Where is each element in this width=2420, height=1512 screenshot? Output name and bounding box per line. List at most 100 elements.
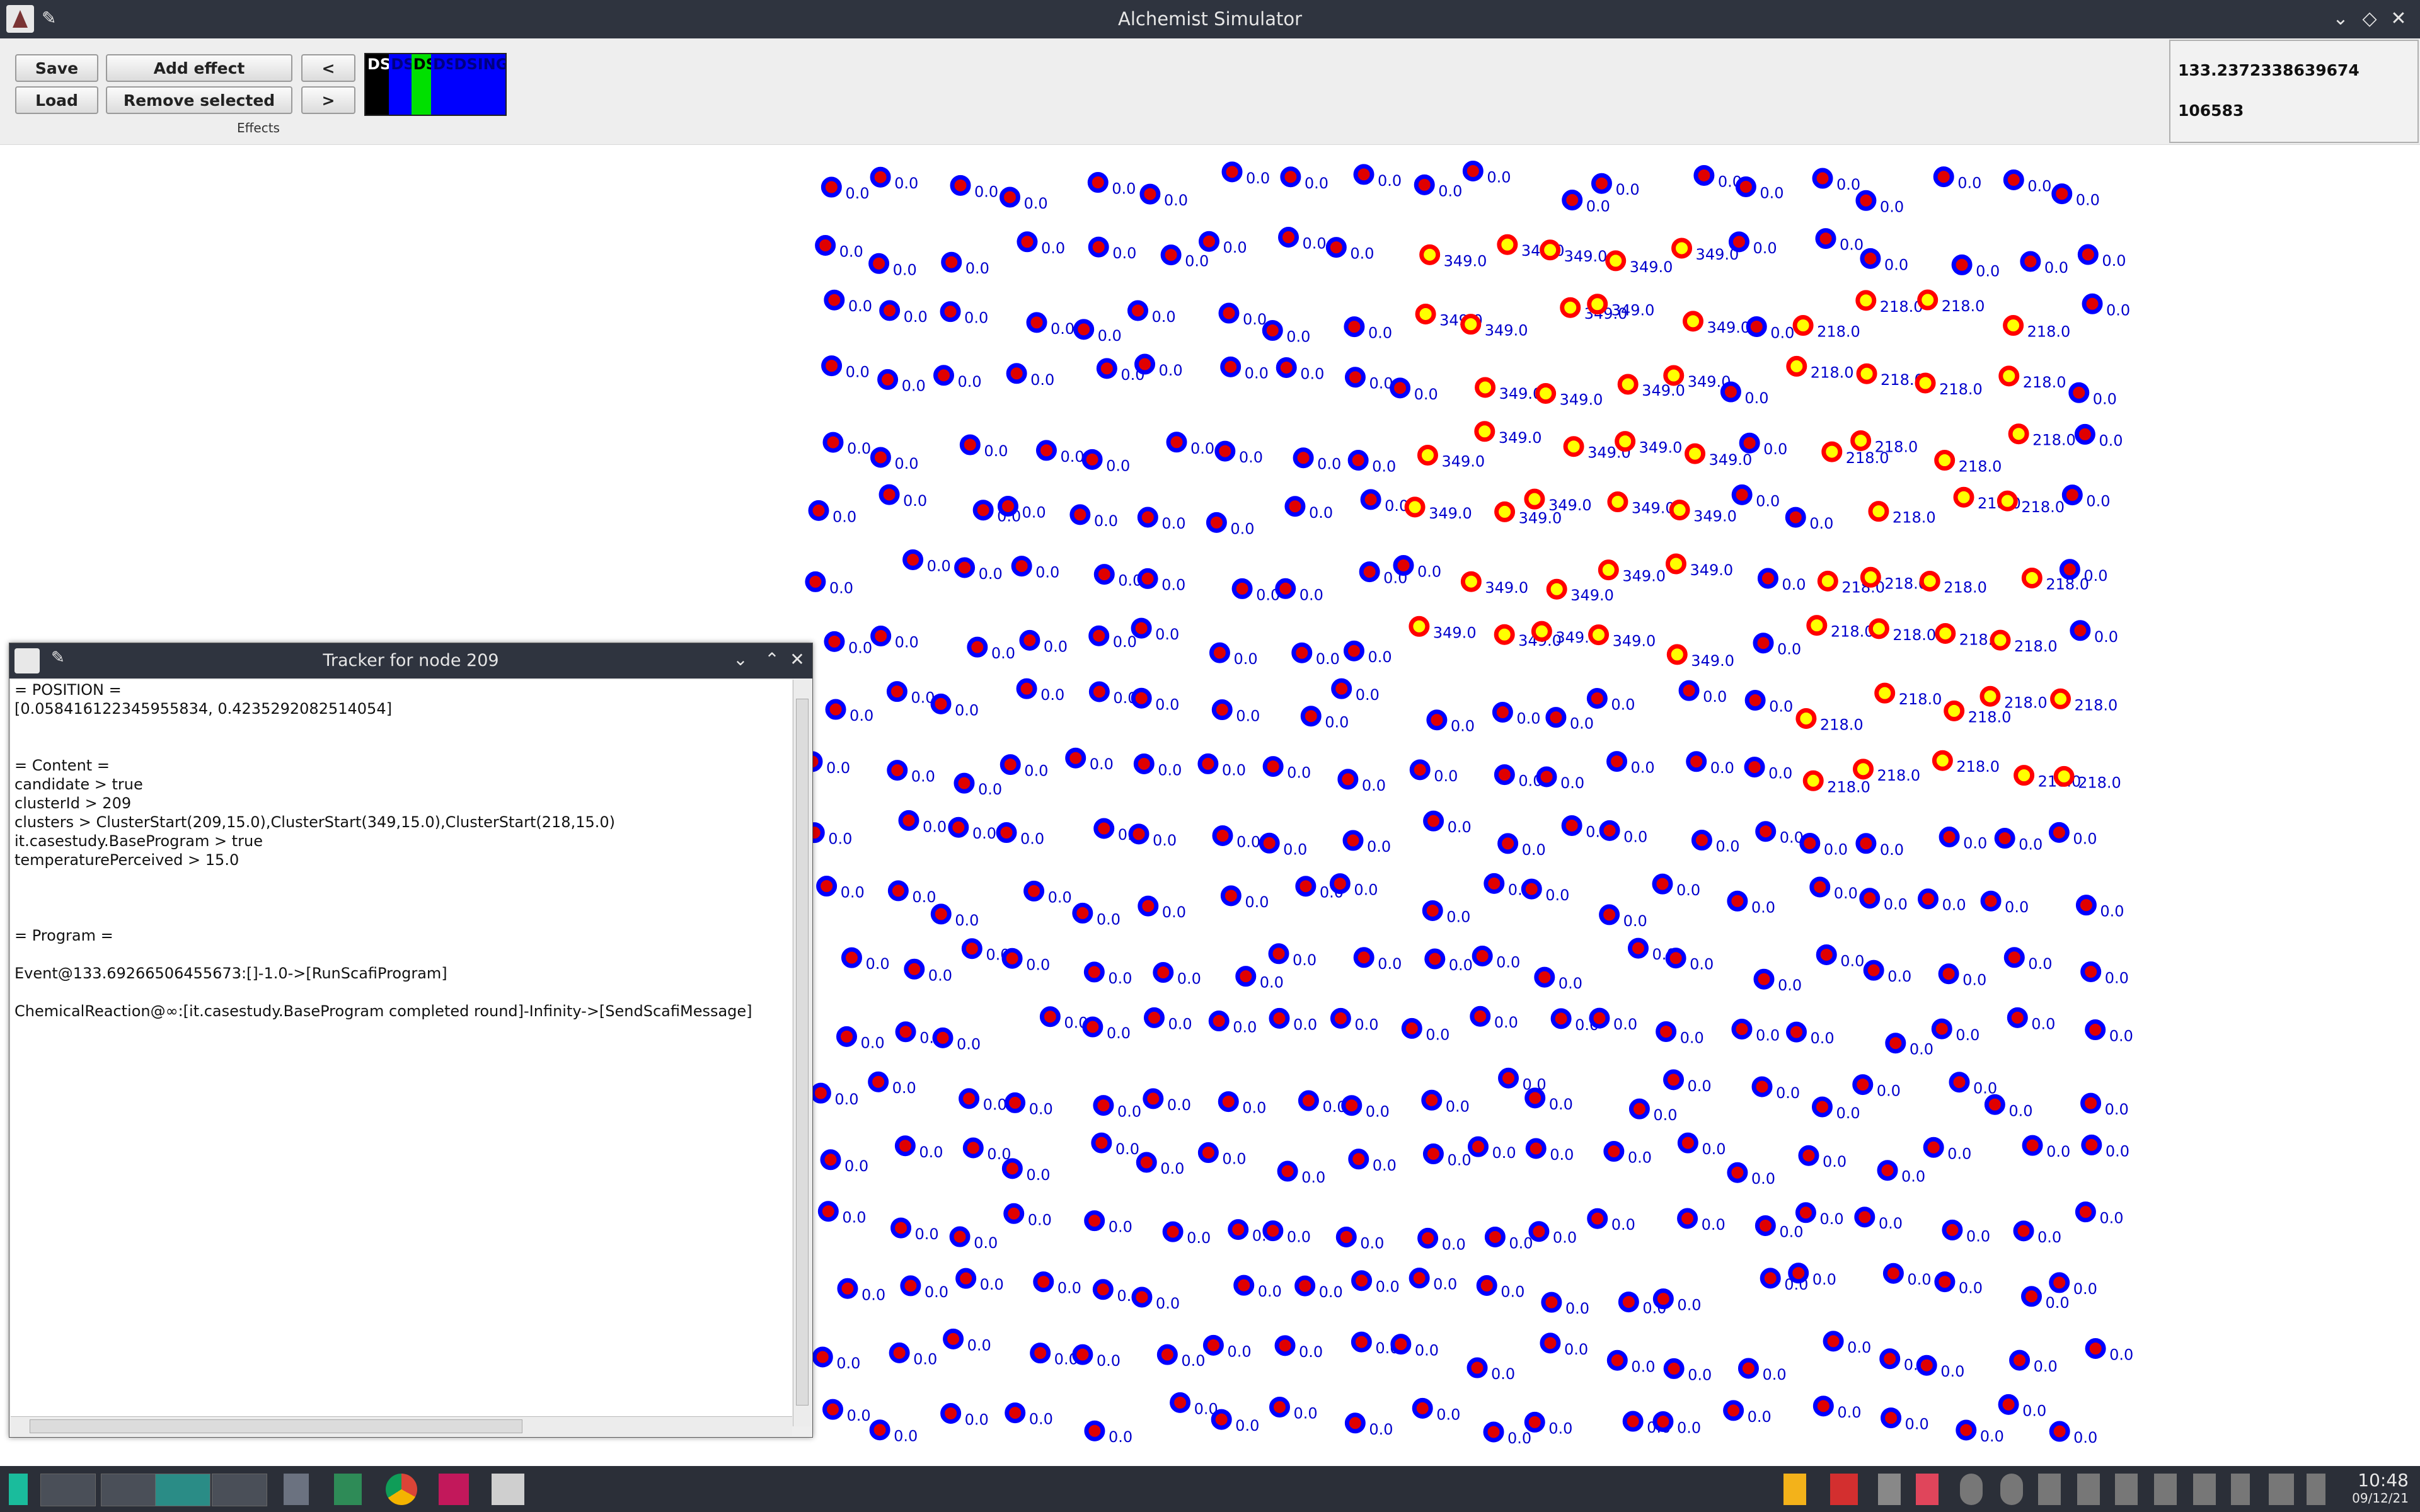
node-marker[interactable] <box>1874 682 1896 704</box>
node[interactable]: 0.0 <box>1137 568 1185 593</box>
node-marker[interactable] <box>1422 1143 1444 1165</box>
node-marker[interactable] <box>1821 441 1843 462</box>
node-marker[interactable] <box>1860 248 1881 269</box>
scrollbar-thumb[interactable] <box>796 699 809 1406</box>
node-marker[interactable] <box>1351 1270 1373 1292</box>
node[interactable]: 349.0 <box>1404 496 1472 522</box>
node-marker[interactable] <box>1850 430 1872 451</box>
node[interactable]: 0.0 <box>1202 1334 1252 1360</box>
node-marker[interactable] <box>1497 833 1519 854</box>
node[interactable]: 349.0 <box>1666 644 1734 670</box>
node-marker[interactable] <box>1671 238 1693 259</box>
node[interactable]: 0.0 <box>1087 172 1136 198</box>
node-marker[interactable] <box>1754 1215 1776 1236</box>
node[interactable]: 0.0 <box>2051 183 2100 209</box>
node-marker[interactable] <box>2048 822 2070 843</box>
node-marker[interactable] <box>2051 183 2073 205</box>
node-marker[interactable] <box>1994 828 2015 849</box>
node-marker[interactable] <box>1494 501 1516 522</box>
node-marker[interactable] <box>1341 1095 1363 1116</box>
node-marker[interactable] <box>2077 244 2099 265</box>
node-marker[interactable] <box>1997 490 2018 512</box>
node[interactable]: 0.0 <box>1854 1206 1903 1232</box>
node-marker[interactable] <box>1731 1019 1753 1040</box>
node-marker[interactable] <box>821 176 842 198</box>
node-marker[interactable] <box>1685 443 1706 464</box>
node-marker[interactable] <box>1786 355 1807 377</box>
node[interactable]: 0.0 <box>1197 1142 1247 1168</box>
node[interactable]: 0.0 <box>1881 1407 1929 1433</box>
node-marker[interactable] <box>2021 1286 2043 1307</box>
node-marker[interactable] <box>1344 316 1365 338</box>
node[interactable]: 0.0 <box>1956 1419 2004 1445</box>
node-marker[interactable] <box>1942 1219 1963 1240</box>
node[interactable]: 0.0 <box>1344 1412 1393 1438</box>
node[interactable]: 0.0 <box>815 235 863 261</box>
node-marker[interactable] <box>1133 753 1155 774</box>
node[interactable]: 0.0 <box>1139 183 1188 209</box>
node[interactable]: 0.0 <box>1170 1392 1218 1418</box>
node-marker[interactable] <box>1005 1092 1026 1113</box>
node[interactable]: 0.0 <box>1980 890 2029 916</box>
node-marker[interactable] <box>887 880 909 902</box>
effect-chip[interactable]: DS <box>431 54 456 115</box>
node[interactable]: 0.0 <box>1855 833 1904 859</box>
node[interactable]: 0.0 <box>816 876 865 902</box>
node-marker[interactable] <box>1330 1007 1351 1029</box>
node[interactable]: 0.0 <box>1084 1420 1132 1446</box>
node-marker[interactable] <box>816 876 838 897</box>
node-marker[interactable] <box>1298 1090 1319 1111</box>
maximize-icon[interactable]: ⌃ <box>759 647 785 672</box>
previous-effect-button[interactable]: < <box>301 54 355 82</box>
node-marker[interactable] <box>1353 947 1374 968</box>
node[interactable]: 0.0 <box>2020 251 2068 277</box>
node-marker[interactable] <box>1524 1087 1546 1109</box>
node-marker[interactable] <box>1720 381 1741 403</box>
node[interactable]: 0.0 <box>2074 423 2123 449</box>
node-marker[interactable] <box>1278 227 1299 248</box>
node-marker[interactable] <box>2003 169 2024 191</box>
node-marker[interactable] <box>1233 1274 1255 1296</box>
node-marker[interactable] <box>1019 629 1040 651</box>
node-marker[interactable] <box>1415 303 1436 324</box>
node-marker[interactable] <box>2070 620 2091 641</box>
clipboard-tray-icon[interactable] <box>2115 1474 2138 1505</box>
tracker-text-area[interactable]: = POSITION = [0.058416122345955834, 0.423… <box>11 680 792 1423</box>
node-marker[interactable] <box>1017 231 1038 253</box>
node-marker[interactable] <box>824 631 845 652</box>
node[interactable]: 0.0 <box>1414 174 1462 200</box>
node-marker[interactable] <box>1137 507 1158 528</box>
node[interactable]: 0.0 <box>1816 944 1864 970</box>
node[interactable]: 0.0 <box>1421 1089 1470 1115</box>
node-marker[interactable] <box>1588 624 1610 646</box>
node-marker[interactable] <box>886 681 908 702</box>
node-marker[interactable] <box>1088 625 1110 646</box>
node-marker[interactable] <box>2013 1220 2034 1242</box>
node[interactable]: 0.0 <box>890 1217 939 1243</box>
node-marker[interactable] <box>1652 873 1673 895</box>
node[interactable]: 0.0 <box>1931 1018 1979 1044</box>
node-marker[interactable] <box>1979 685 2001 707</box>
node[interactable]: 0.0 <box>1949 1072 1997 1097</box>
node-marker[interactable] <box>972 500 994 521</box>
node[interactable]: 0.0 <box>1208 1011 1257 1036</box>
node-marker[interactable] <box>824 289 845 311</box>
node-marker[interactable] <box>877 369 899 390</box>
node[interactable]: 0.0 <box>1652 873 1700 899</box>
node[interactable]: 0.0 <box>1127 300 1176 326</box>
node[interactable]: 0.0 <box>1341 1095 1390 1121</box>
node-marker[interactable] <box>1475 377 1496 398</box>
node[interactable]: 0.0 <box>821 355 870 381</box>
node[interactable]: 0.0 <box>1136 1152 1184 1177</box>
node[interactable]: 0.0 <box>822 1399 871 1424</box>
node[interactable]: 0.0 <box>1727 890 1775 916</box>
save-button[interactable]: Save <box>15 54 98 82</box>
node-marker[interactable] <box>1082 1016 1103 1038</box>
node-marker[interactable] <box>1652 1288 1674 1310</box>
node[interactable]: 0.0 <box>1536 766 1584 792</box>
node[interactable]: 0.0 <box>2048 822 2097 847</box>
node-marker[interactable] <box>1472 945 1493 966</box>
node[interactable]: 0.0 <box>1211 1409 1259 1435</box>
node-marker[interactable] <box>1617 374 1639 395</box>
node-marker[interactable] <box>1483 1421 1504 1443</box>
